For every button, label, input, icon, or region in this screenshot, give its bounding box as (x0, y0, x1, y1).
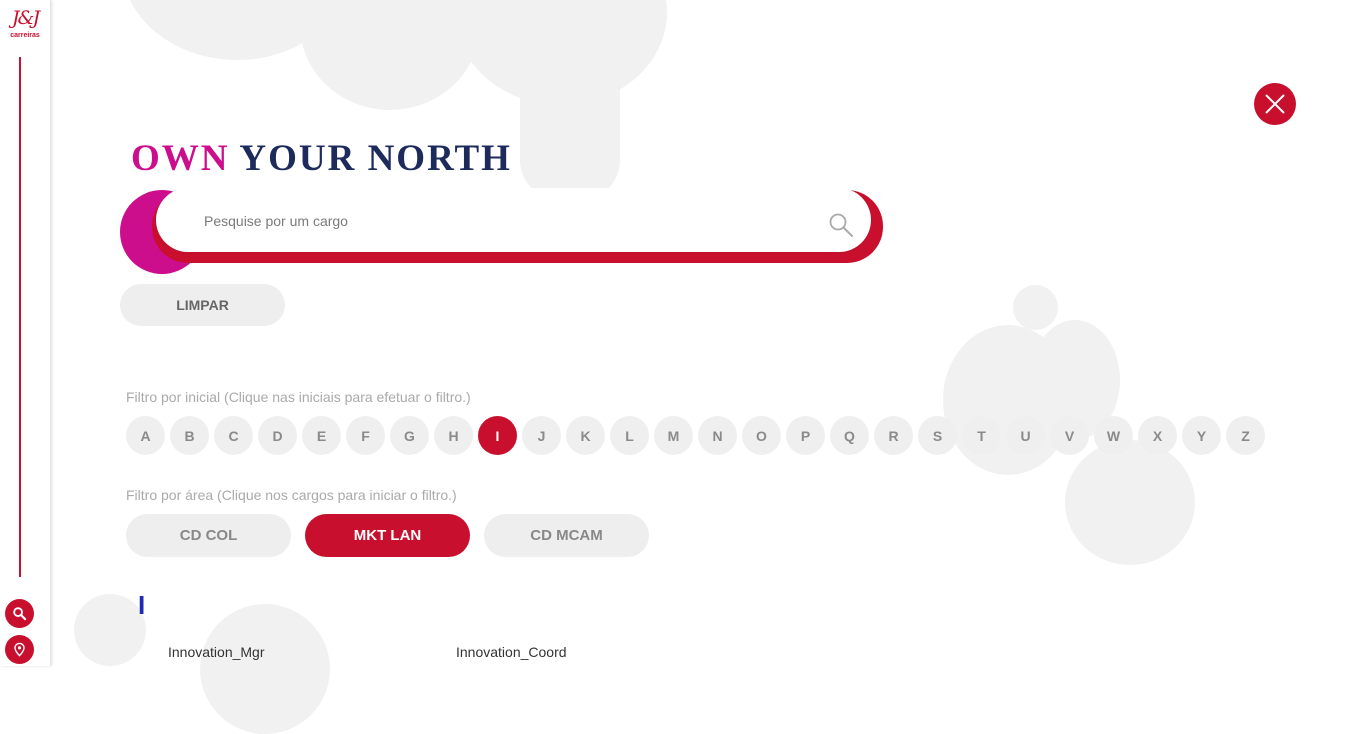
logo-mark: J&J (11, 7, 40, 29)
letter-filter-i[interactable]: I (478, 416, 517, 455)
bg-blob (74, 594, 146, 666)
letter-filter-o[interactable]: O (742, 416, 781, 455)
clear-button[interactable]: LIMPAR (120, 284, 285, 326)
letter-filter-w[interactable]: W (1094, 416, 1133, 455)
sidebar-divider (19, 57, 21, 577)
bg-blob (1013, 285, 1058, 330)
letter-filter-q[interactable]: Q (830, 416, 869, 455)
letter-filter-e[interactable]: E (302, 416, 341, 455)
sidebar-location-button[interactable] (5, 635, 34, 664)
sidebar: J&J carreiras (0, 0, 51, 666)
letter-filter-l[interactable]: L (610, 416, 649, 455)
letter-filter-h[interactable]: H (434, 416, 473, 455)
search-icon (13, 607, 27, 621)
letter-filter: ABCDEFGHIJKLMNOPQRSTUVWXYZ (126, 416, 1265, 455)
location-pin-icon (14, 642, 25, 657)
bg-blob (520, 40, 620, 200)
letter-filter-v[interactable]: V (1050, 416, 1089, 455)
logo[interactable]: J&J carreiras (3, 4, 47, 40)
search-icon[interactable] (828, 212, 854, 238)
letter-filter-g[interactable]: G (390, 416, 429, 455)
area-filter-mkt-lan[interactable]: MKT LAN (305, 514, 470, 557)
letter-filter-a[interactable]: A (126, 416, 165, 455)
bg-blob (300, 0, 480, 110)
page-title: OWN YOUR NORTH (131, 138, 512, 180)
letter-filter-u[interactable]: U (1006, 416, 1045, 455)
search-bar (156, 188, 871, 252)
letter-filter-c[interactable]: C (214, 416, 253, 455)
letter-filter-f[interactable]: F (346, 416, 385, 455)
job-link[interactable]: Innovation_Coord (456, 644, 567, 660)
logo-text: carreiras (10, 32, 40, 39)
letter-filter-label: Filtro por inicial (Clique nas iniciais … (126, 389, 471, 405)
area-filter-label: Filtro por área (Clique nos cargos para … (126, 487, 457, 503)
letter-filter-x[interactable]: X (1138, 416, 1177, 455)
close-button[interactable] (1254, 83, 1296, 125)
letter-filter-s[interactable]: S (918, 416, 957, 455)
close-icon (1265, 94, 1285, 114)
bg-blob (1065, 440, 1195, 565)
area-filter: CD COL MKT LAN CD MCAM (126, 514, 649, 557)
letter-filter-b[interactable]: B (170, 416, 209, 455)
title-rest: YOUR NORTH (229, 138, 512, 179)
title-accent: OWN (131, 138, 230, 179)
letter-filter-r[interactable]: R (874, 416, 913, 455)
letter-filter-p[interactable]: P (786, 416, 825, 455)
letter-filter-n[interactable]: N (698, 416, 737, 455)
letter-filter-z[interactable]: Z (1226, 416, 1265, 455)
sidebar-search-button[interactable] (5, 599, 34, 628)
area-filter-cd-mcam[interactable]: CD MCAM (484, 514, 649, 557)
bg-blob (200, 604, 330, 734)
letter-filter-j[interactable]: J (522, 416, 561, 455)
letter-filter-m[interactable]: M (654, 416, 693, 455)
search-input[interactable] (202, 208, 806, 234)
letter-filter-t[interactable]: T (962, 416, 1001, 455)
letter-filter-k[interactable]: K (566, 416, 605, 455)
area-filter-cd-col[interactable]: CD COL (126, 514, 291, 557)
letter-filter-d[interactable]: D (258, 416, 297, 455)
result-section-letter: I (138, 590, 146, 620)
letter-filter-y[interactable]: Y (1182, 416, 1221, 455)
job-link[interactable]: Innovation_Mgr (168, 644, 265, 660)
